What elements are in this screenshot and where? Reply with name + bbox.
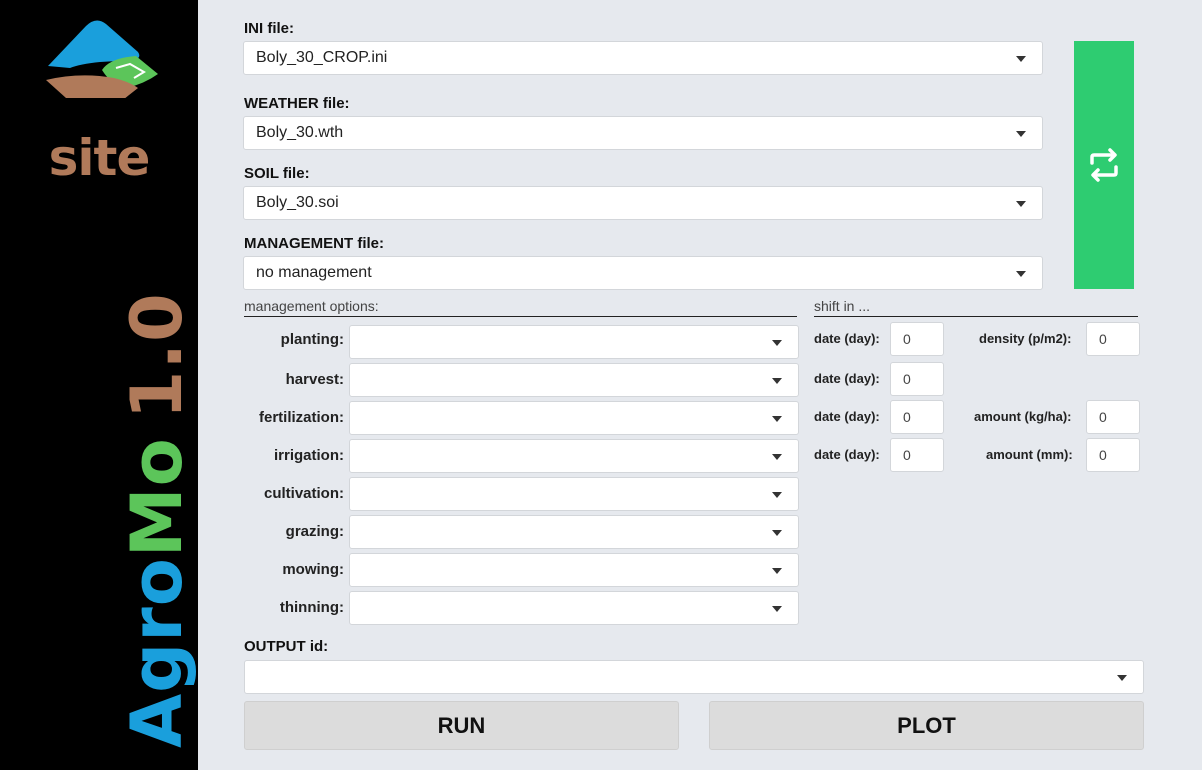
refresh-icon [1090, 148, 1118, 182]
irrigation-amount-input[interactable]: 0 [1086, 438, 1140, 472]
chevron-down-icon [772, 492, 782, 498]
management-file-label: MANAGEMENT file: [244, 235, 384, 252]
fertilization-label: fertilization: [259, 409, 344, 426]
shift-in-title: shift in ... [814, 298, 1138, 317]
brand-version: 1.0 [116, 292, 198, 420]
management-options-title: management options: [244, 298, 797, 317]
chevron-down-icon [772, 530, 782, 536]
fertilization-amount-label: amount (kg/ha): [974, 409, 1072, 424]
grazing-label: grazing: [285, 523, 344, 540]
irrigation-label: irrigation: [274, 447, 344, 464]
soil-file-label: SOIL file: [244, 165, 310, 182]
planting-date-input[interactable]: 0 [890, 322, 944, 356]
refresh-button[interactable] [1074, 41, 1134, 289]
run-button[interactable]: RUN [244, 701, 679, 750]
mowing-label: mowing: [282, 561, 344, 578]
chevron-down-icon [772, 416, 782, 422]
grazing-select[interactable] [349, 515, 799, 549]
planting-date-label: date (day): [814, 331, 880, 346]
output-id-select[interactable] [244, 660, 1144, 694]
planting-label: planting: [280, 331, 344, 348]
fertilization-select[interactable] [349, 401, 799, 435]
ini-file-label: INI file: [244, 20, 295, 37]
planting-select[interactable] [349, 325, 799, 359]
ini-file-value: Boly_30_CROP.ini [256, 49, 388, 66]
planting-density-label: density (p/m2): [979, 331, 1072, 346]
planting-density-input[interactable]: 0 [1086, 322, 1140, 356]
harvest-date-input[interactable]: 0 [890, 362, 944, 396]
chevron-down-icon [772, 454, 782, 460]
cultivation-label: cultivation: [263, 485, 344, 502]
thinning-label: thinning: [279, 599, 344, 616]
chevron-down-icon [772, 378, 782, 384]
chevron-down-icon [772, 340, 782, 346]
thinning-select[interactable] [349, 591, 799, 625]
app-brand: AgroMo 1.0 [0, 0, 198, 770]
output-id-label: OUTPUT id: [244, 638, 329, 655]
soil-file-value: Boly_30.soi [256, 194, 339, 211]
mowing-select[interactable] [349, 553, 799, 587]
fertilization-date-input[interactable]: 0 [890, 400, 944, 434]
harvest-select[interactable] [349, 363, 799, 397]
irrigation-select[interactable] [349, 439, 799, 473]
soil-file-select[interactable]: Boly_30.soi [243, 186, 1043, 220]
chevron-down-icon [772, 568, 782, 574]
sidebar: site AgroMo1.0 [0, 0, 198, 770]
irrigation-amount-label: amount (mm): [986, 447, 1073, 462]
irrigation-date-input[interactable]: 0 [890, 438, 944, 472]
cultivation-select[interactable] [349, 477, 799, 511]
chevron-down-icon [1016, 201, 1026, 207]
management-file-value: no management [256, 264, 372, 281]
weather-file-value: Boly_30.wth [256, 124, 344, 141]
irrigation-date-label: date (day): [814, 447, 880, 462]
brand-agro: Agro [116, 557, 198, 748]
fertilization-date-label: date (day): [814, 409, 880, 424]
chevron-down-icon [1016, 131, 1026, 137]
brand-mo: Mo [116, 437, 198, 558]
chevron-down-icon [772, 606, 782, 612]
plot-button[interactable]: PLOT [709, 701, 1144, 750]
harvest-date-label: date (day): [814, 371, 880, 386]
chevron-down-icon [1016, 271, 1026, 277]
weather-file-select[interactable]: Boly_30.wth [243, 116, 1043, 150]
chevron-down-icon [1117, 675, 1127, 681]
fertilization-amount-input[interactable]: 0 [1086, 400, 1140, 434]
harvest-label: harvest: [285, 371, 344, 388]
ini-file-select[interactable]: Boly_30_CROP.ini [243, 41, 1043, 75]
chevron-down-icon [1016, 56, 1026, 62]
weather-file-label: WEATHER file: [244, 95, 350, 112]
management-file-select[interactable]: no management [243, 256, 1043, 290]
